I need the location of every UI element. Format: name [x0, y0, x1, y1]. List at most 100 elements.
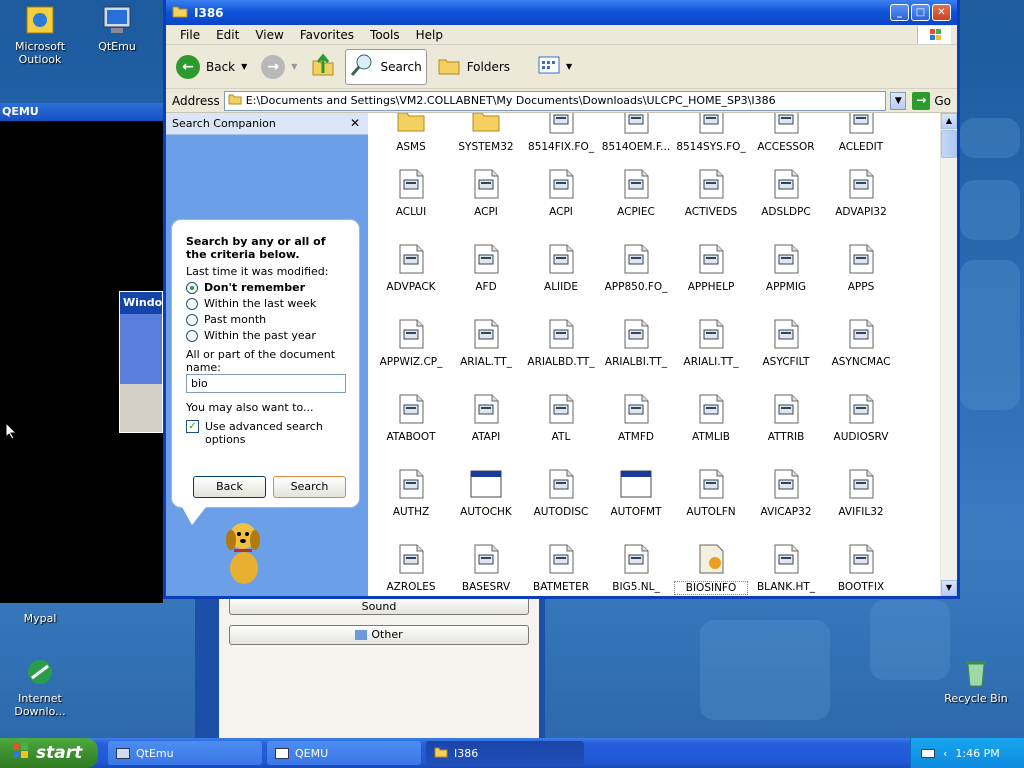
file-item[interactable]: AVICAP32	[749, 468, 823, 518]
file-item[interactable]: BIG5.NL_	[599, 543, 673, 593]
radio-past-year[interactable]: Within the past year	[186, 329, 345, 342]
file-item[interactable]: ACTIVEDS	[674, 168, 748, 218]
file-item[interactable]: ACLUI	[374, 168, 448, 218]
close-pane-icon[interactable]: ✕	[350, 116, 360, 130]
file-item[interactable]: SYSTEM32	[449, 113, 523, 153]
guest-window[interactable]: Windo	[119, 291, 163, 433]
file-item[interactable]: AFD	[449, 243, 523, 293]
menu-edit[interactable]: Edit	[208, 28, 247, 42]
scroll-up-button[interactable]: ▲	[941, 113, 957, 129]
file-item[interactable]: ARIALBD.TT_	[524, 318, 598, 368]
close-button[interactable]: ✕	[932, 4, 951, 21]
radio-past-month[interactable]: Past month	[186, 313, 345, 326]
file-item[interactable]: AUTOCHK	[449, 468, 523, 518]
scroll-down-button[interactable]: ▼	[941, 580, 957, 596]
scroll-thumb[interactable]	[941, 130, 957, 158]
file-item[interactable]: 8514FIX.FO_	[524, 113, 598, 153]
radio-dont-remember[interactable]: Don't remember	[186, 281, 345, 294]
file-item[interactable]: AUTODISC	[524, 468, 598, 518]
address-input[interactable]: E:\Documents and Settings\VM2.COLLABNET\…	[223, 90, 887, 111]
file-item[interactable]: AUTHZ	[374, 468, 448, 518]
file-item[interactable]: ADVAPI32	[824, 168, 898, 218]
task-qemu[interactable]: QEMU	[267, 741, 421, 765]
file-item[interactable]: APP850.FO_	[599, 243, 673, 293]
file-item[interactable]: APPS	[824, 243, 898, 293]
address-dropdown-button[interactable]: ▼	[890, 91, 907, 110]
file-item[interactable]: BATMETER	[524, 543, 598, 593]
file-item[interactable]: ATMFD	[599, 393, 673, 443]
menu-view[interactable]: View	[247, 28, 291, 42]
vertical-scrollbar[interactable]: ▲ ▼	[940, 113, 957, 596]
advanced-search-checkbox[interactable]: ✓ Use advanced search options	[186, 420, 345, 446]
file-item[interactable]: APPHELP	[674, 243, 748, 293]
search-button[interactable]: Search	[345, 48, 427, 85]
companion-search-button[interactable]: Search	[273, 476, 346, 498]
file-item[interactable]: ATAPI	[449, 393, 523, 443]
go-button[interactable]: → Go	[912, 91, 951, 110]
back-button[interactable]: ← Back ▼	[172, 49, 251, 85]
file-item[interactable]: ASYCFILT	[749, 318, 823, 368]
radio-last-week[interactable]: Within the last week	[186, 297, 345, 310]
file-item[interactable]: ATTRIB	[749, 393, 823, 443]
file-item[interactable]: AUDIOSRV	[824, 393, 898, 443]
file-item[interactable]: ADSLDPC	[749, 168, 823, 218]
start-button[interactable]: start	[0, 738, 98, 768]
file-item[interactable]: ACCESSOR	[749, 113, 823, 153]
file-item[interactable]: ADVPACK	[374, 243, 448, 293]
file-item[interactable]: ASMS	[374, 113, 448, 153]
file-item[interactable]: AUTOLFN	[674, 468, 748, 518]
sound-button[interactable]: Sound	[229, 597, 529, 615]
file-name: ACPI	[474, 206, 498, 218]
desktop-icon-outlook[interactable]: Microsoft Outlook	[0, 4, 80, 66]
file-item[interactable]: ATL	[524, 393, 598, 443]
menu-help[interactable]: Help	[408, 28, 451, 42]
file-item[interactable]: ARIALBI.TT_	[599, 318, 673, 368]
file-item[interactable]: 8514OEM.F...	[599, 113, 673, 153]
other-button[interactable]: Other	[229, 625, 529, 645]
file-item[interactable]: 8514SYS.FO_	[674, 113, 748, 153]
forward-button[interactable]: → ▼	[257, 49, 301, 85]
up-folder-button[interactable]	[307, 49, 339, 85]
file-list[interactable]: ASMS SYSTEM32 8514FIX.FO_ 8514OEM.F... 8514S…	[368, 113, 957, 596]
file-item[interactable]: BLANK.HT_	[749, 543, 823, 593]
desktop-icon-recycle-bin[interactable]: Recycle Bin	[936, 656, 1016, 705]
file-name: ACLEDIT	[838, 141, 884, 153]
also-label: You may also want to...	[186, 401, 314, 414]
keyboard-icon[interactable]	[921, 748, 935, 758]
file-item[interactable]: BASESRV	[449, 543, 523, 593]
file-item[interactable]: ACLEDIT	[824, 113, 898, 153]
file-item[interactable]: ACPIEC	[599, 168, 673, 218]
desktop-icon-internet-download[interactable]: Internet Downlo...	[0, 656, 80, 718]
folders-button[interactable]: Folders	[433, 49, 514, 85]
menu-tools[interactable]: Tools	[362, 28, 408, 42]
file-item[interactable]: AZROLES	[374, 543, 448, 593]
file-item[interactable]: APPMIG	[749, 243, 823, 293]
file-item[interactable]: AVIFIL32	[824, 468, 898, 518]
file-item[interactable]: ATMLIB	[674, 393, 748, 443]
file-item[interactable]: ASYNCMAC	[824, 318, 898, 368]
explorer-window[interactable]: I386 _ □ ✕ File Edit View Favorites Tool…	[163, 0, 960, 599]
file-item[interactable]: AUTOFMT	[599, 468, 673, 518]
views-button[interactable]: ▼	[534, 49, 576, 85]
title-bar[interactable]: I386 _ □ ✕	[166, 0, 957, 25]
file-item[interactable]: ARIALI.TT_	[674, 318, 748, 368]
file-item[interactable]: BIOSINFO	[674, 543, 748, 595]
menu-file[interactable]: File	[172, 28, 208, 42]
menu-favorites[interactable]: Favorites	[292, 28, 362, 42]
file-item[interactable]: ACPI	[449, 168, 523, 218]
task-i386[interactable]: I386	[426, 741, 584, 765]
desktop-icon-qtemu[interactable]: QtEmu	[77, 4, 157, 53]
back-label: Back	[206, 59, 236, 74]
document-name-input[interactable]	[186, 374, 346, 393]
task-qtemu[interactable]: QtEmu	[108, 741, 262, 765]
file-item[interactable]: ALIIDE	[524, 243, 598, 293]
minimize-button[interactable]: _	[890, 4, 909, 21]
tray-expand-icon[interactable]: ‹	[943, 747, 947, 760]
file-item[interactable]: ATABOOT	[374, 393, 448, 443]
maximize-button[interactable]: □	[911, 4, 930, 21]
companion-back-button[interactable]: Back	[193, 476, 266, 498]
file-item[interactable]: BOOTFIX	[824, 543, 898, 593]
file-item[interactable]: APPWIZ.CP_	[374, 318, 448, 368]
file-item[interactable]: ARIAL.TT_	[449, 318, 523, 368]
file-item[interactable]: ACPI	[524, 168, 598, 218]
